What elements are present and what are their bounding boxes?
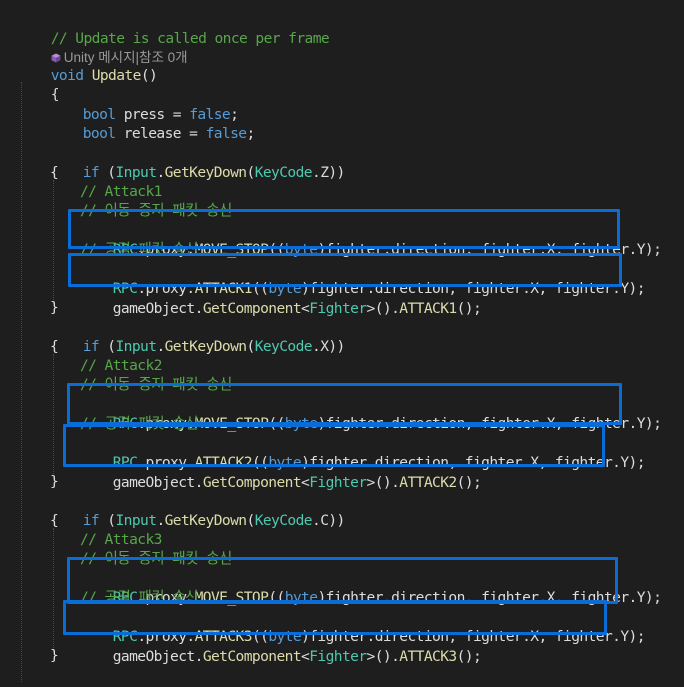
code-line-comment: // Attack3	[80, 530, 162, 549]
identifier: gameObject.	[112, 474, 204, 491]
code-line-brace: {	[50, 337, 59, 356]
comment: // Attack1	[80, 183, 162, 200]
type-name: Input	[115, 338, 158, 355]
brace: }	[50, 647, 59, 664]
punctuation: (	[246, 164, 256, 181]
code-line-brace: {	[50, 163, 59, 182]
code-line-brace: }	[50, 646, 59, 665]
punctuation: <	[301, 648, 310, 665]
punctuation: ))	[328, 338, 345, 355]
highlight-box	[68, 209, 620, 249]
highlight-box	[67, 557, 618, 604]
highlight-box	[68, 253, 622, 287]
code-line-comment: // Attack1	[80, 182, 162, 201]
highlight-box	[67, 383, 622, 425]
type-name: Input	[115, 164, 158, 181]
punctuation: >().	[366, 648, 400, 665]
variable: release	[123, 125, 182, 142]
indent-guide	[21, 82, 22, 682]
method-name: GetComponent	[202, 300, 302, 317]
keyword: bool	[82, 125, 116, 142]
code-line-brace: }	[50, 298, 59, 317]
code-line-brace: {	[50, 511, 59, 530]
punctuation: ();	[456, 648, 482, 665]
punctuation: (	[246, 512, 256, 529]
punctuation: >().	[366, 474, 400, 491]
method-name: GetKeyDown	[164, 512, 247, 529]
method-name: GetComponent	[202, 648, 302, 665]
code-line-declaration: bool release = false;	[50, 105, 256, 142]
type-name: Input	[115, 512, 158, 529]
brace: {	[50, 164, 59, 181]
punctuation: ();	[456, 300, 482, 317]
code-lens[interactable]: Unity 메시지|참조 0개	[18, 29, 188, 65]
comment: // Attack2	[80, 357, 162, 374]
punctuation: ()	[140, 67, 158, 84]
punctuation: .	[312, 338, 321, 355]
brace: {	[50, 512, 59, 529]
punctuation: (	[99, 512, 116, 529]
method-name: ATTACK1	[399, 300, 457, 317]
keyword: if	[82, 164, 100, 181]
brace: }	[50, 299, 59, 316]
code-line-if: if (Input.GetKeyDown(KeyCode.C))	[50, 492, 346, 529]
type-name: Fighter	[309, 648, 367, 665]
code-line-if: if (Input.GetKeyDown(KeyCode.Z))	[50, 144, 346, 181]
method-name: ATTACK3	[399, 648, 457, 665]
type-name: Fighter	[309, 300, 367, 317]
highlight-box	[63, 424, 605, 467]
keyword: false	[205, 125, 248, 142]
punctuation: (	[246, 338, 256, 355]
punctuation: <	[301, 474, 310, 491]
punctuation: .	[156, 164, 165, 181]
code-line-if: if (Input.GetKeyDown(KeyCode.X))	[50, 318, 346, 355]
identifier: gameObject.	[112, 300, 204, 317]
punctuation: .	[156, 338, 165, 355]
method-name: GetKeyDown	[164, 164, 247, 181]
brace: {	[50, 338, 59, 355]
code-line-method-signature: void Update()	[18, 47, 158, 84]
punctuation: .	[312, 164, 321, 181]
operator: =	[181, 125, 206, 142]
method-name: GetKeyDown	[164, 338, 247, 355]
type-name: KeyCode	[254, 338, 313, 355]
punctuation: ))	[328, 164, 345, 181]
punctuation: >().	[366, 300, 400, 317]
code-line-comment: // Update is called once per frame	[18, 10, 330, 47]
keyword: if	[82, 338, 100, 355]
punctuation: ();	[456, 474, 482, 491]
identifier: gameObject.	[112, 648, 204, 665]
method-name: ATTACK2	[399, 474, 457, 491]
comment: // Attack3	[80, 531, 162, 548]
type-name: KeyCode	[254, 164, 313, 181]
method-name: GetComponent	[202, 474, 302, 491]
code-line-brace: }	[50, 472, 59, 491]
punctuation: <	[301, 300, 310, 317]
keyword: if	[82, 512, 100, 529]
highlight-box	[63, 600, 607, 635]
type-name: Fighter	[309, 474, 367, 491]
type-name: KeyCode	[254, 512, 313, 529]
punctuation: (	[99, 338, 116, 355]
punctuation: ))	[328, 512, 345, 529]
punctuation: ;	[246, 125, 256, 142]
method-name: Update	[91, 67, 142, 84]
code-line-declaration: bool press = false;	[50, 86, 239, 123]
punctuation: (	[99, 164, 116, 181]
code-line-brace: {	[18, 66, 60, 103]
brace: }	[50, 473, 59, 490]
punctuation: .	[312, 512, 321, 529]
code-line-comment: // Attack2	[80, 356, 162, 375]
punctuation: .	[156, 512, 165, 529]
